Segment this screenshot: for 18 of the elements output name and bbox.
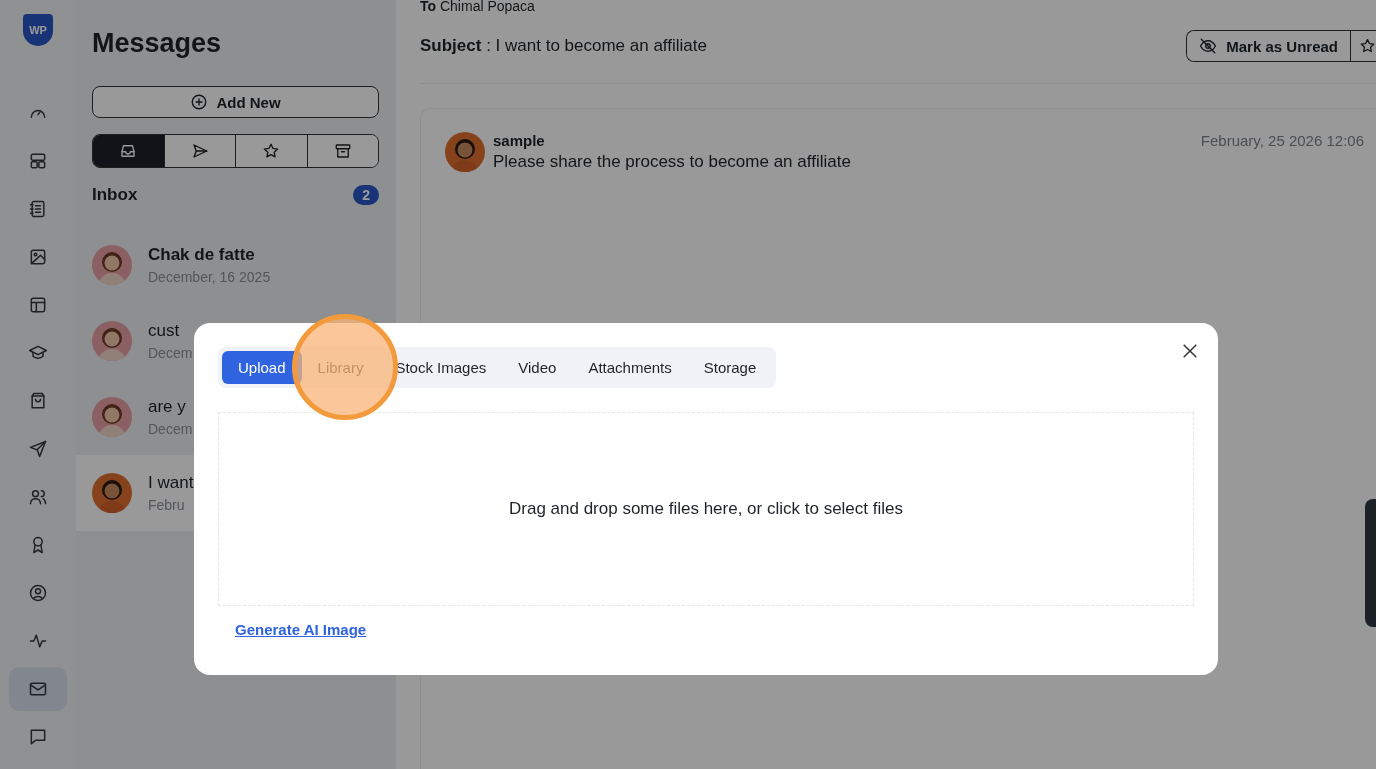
message-body: Please share the process to become an affiliate bbox=[493, 152, 852, 172]
logo: WP bbox=[23, 14, 53, 46]
unread-count: 2 bbox=[353, 185, 379, 205]
subject-line: Subject : I want to become an affiliate bbox=[420, 36, 707, 56]
recipient-line: To Chimal Popaca bbox=[420, 0, 536, 14]
message-date: February, 25 2026 12:06 bbox=[1200, 132, 1364, 149]
conversation-date: Decem bbox=[148, 421, 193, 437]
conversation-name: are y bbox=[148, 397, 187, 417]
conversation-name: cust bbox=[148, 321, 181, 341]
inbox-label: Inbox bbox=[92, 185, 138, 205]
sender-name: sample bbox=[493, 132, 546, 149]
page-title: Messages bbox=[92, 28, 223, 59]
conversation-date: Decem bbox=[148, 345, 193, 361]
conversation-name: Chak de fatte bbox=[148, 245, 256, 265]
conversation-date: Febru bbox=[148, 497, 186, 513]
conversation-name: I want bbox=[148, 473, 194, 493]
dropzone-text: Drag and drop some files here, or click to select files bbox=[509, 499, 903, 519]
conversation-date: December, 16 2025 bbox=[148, 269, 271, 285]
